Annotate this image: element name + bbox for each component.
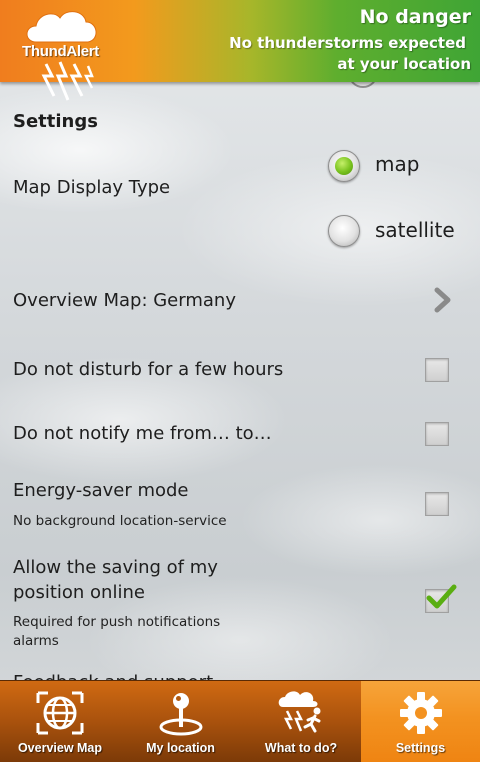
satellite-option-label[interactable]: satellite	[375, 218, 455, 242]
map-option-label[interactable]: map	[375, 152, 419, 176]
nav-what-to-do-label: What to do?	[264, 741, 338, 755]
status-message-line2: at your location	[337, 55, 471, 73]
nav-overview-map-label: Overview Map	[17, 741, 103, 755]
energy-saver-label: Energy-saver mode	[13, 480, 189, 501]
allow-saving-checkbox[interactable]	[425, 584, 457, 613]
overview-map-setting[interactable]: Overview Map: Germany	[13, 290, 236, 311]
checkmark-icon	[426, 584, 457, 609]
do-not-notify-checkbox[interactable]	[425, 422, 449, 446]
nav-settings[interactable]: Settings	[361, 681, 480, 762]
globe-map-icon	[36, 691, 84, 735]
nav-overview-map[interactable]: Overview Map	[0, 681, 120, 762]
nav-my-location[interactable]: My location	[120, 681, 241, 762]
status-title: No danger	[359, 6, 471, 28]
next-setting-cut: Feedback and support	[13, 670, 213, 681]
logo-text: ThundAlert	[22, 43, 99, 60]
do-not-notify-label: Do not notify me from… to…	[13, 423, 272, 444]
status-message-line1: No thunderstorms expected	[229, 34, 466, 52]
location-pin-icon	[159, 693, 202, 736]
allow-saving-label-line2: position online	[13, 582, 145, 603]
map-radio-button[interactable]	[328, 150, 360, 182]
chevron-right-icon[interactable]	[432, 287, 454, 313]
do-not-disturb-checkbox[interactable]	[425, 358, 449, 382]
allow-saving-description-line2: alarms	[13, 633, 59, 649]
map-display-type-label: Map Display Type	[13, 177, 171, 198]
app-header: ThundAlert No danger No thunderstorms ex…	[0, 0, 480, 101]
energy-saver-checkbox[interactable]	[425, 492, 449, 516]
allow-saving-label-line1: Allow the saving of my	[13, 557, 218, 578]
gear-icon	[399, 692, 442, 734]
nav-settings-label: Settings	[395, 741, 446, 755]
satellite-radio-button[interactable]	[328, 215, 360, 247]
do-not-disturb-label: Do not disturb for a few hours	[13, 359, 284, 380]
nav-my-location-label: My location	[146, 741, 215, 755]
storm-runner-icon	[278, 691, 321, 733]
energy-saver-description: No background location-service	[13, 513, 227, 529]
bottom-navigation: Overview Map My location What to do? Set…	[0, 680, 480, 762]
allow-saving-description-line1: Required for push notifications	[13, 614, 221, 630]
settings-section-title: Settings	[13, 111, 98, 132]
nav-what-to-do[interactable]: What to do?	[241, 681, 361, 762]
